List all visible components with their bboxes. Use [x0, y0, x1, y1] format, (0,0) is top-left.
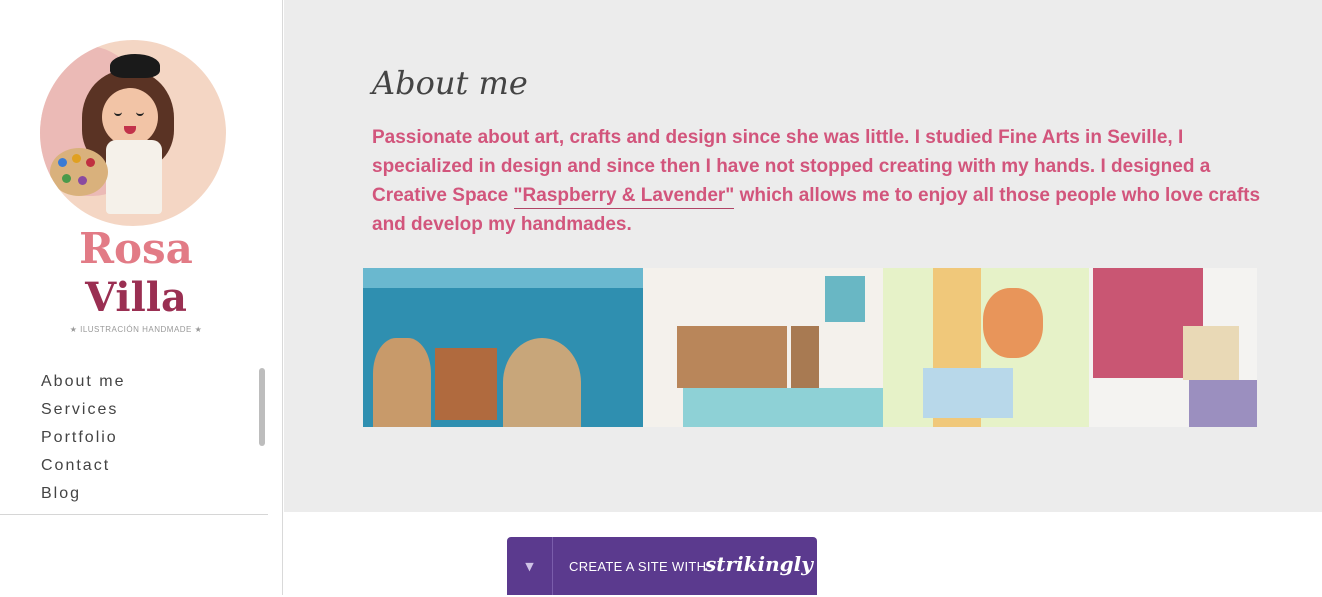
nav-item-portfolio[interactable]: Portfolio — [41, 424, 125, 452]
about-paragraph: Passionate about art, crafts and design … — [372, 123, 1264, 239]
strikingly-banner[interactable]: ▼ CREATE A SITE WITH strikingly — [507, 537, 817, 595]
logo-name-last: Villa — [85, 274, 187, 321]
nav-item-contact[interactable]: Contact — [41, 452, 125, 480]
logo-name-first: Rosa — [79, 224, 193, 273]
main-navigation: About me Services Portfolio Contact Blog — [41, 368, 125, 508]
strikingly-logo: strikingly — [705, 552, 813, 576]
nav-item-blog[interactable]: Blog — [41, 480, 125, 508]
craft-shelves-photo — [363, 268, 1257, 427]
logo-tagline: ★ ILUSTRACIÓN HANDMADE ★ — [69, 325, 203, 334]
sidebar: Rosa Villa ★ ILUSTRACIÓN HANDMADE ★ Abou… — [0, 0, 283, 595]
site-logo[interactable]: Rosa Villa ★ ILUSTRACIÓN HANDMADE ★ — [38, 38, 234, 338]
nav-item-services[interactable]: Services — [41, 396, 125, 424]
about-section: About me Passionate about art, crafts an… — [284, 0, 1322, 512]
banner-text: CREATE A SITE WITH — [569, 559, 707, 574]
logo-illustration — [40, 40, 226, 226]
chevron-down-icon[interactable]: ▼ — [507, 537, 553, 595]
raspberry-lavender-link[interactable]: "Raspberry & Lavender" — [513, 185, 735, 209]
nav-item-about-me[interactable]: About me — [41, 368, 125, 396]
sidebar-divider — [0, 514, 268, 515]
section-title: About me — [372, 64, 528, 102]
nav-scrollbar[interactable] — [259, 368, 265, 446]
